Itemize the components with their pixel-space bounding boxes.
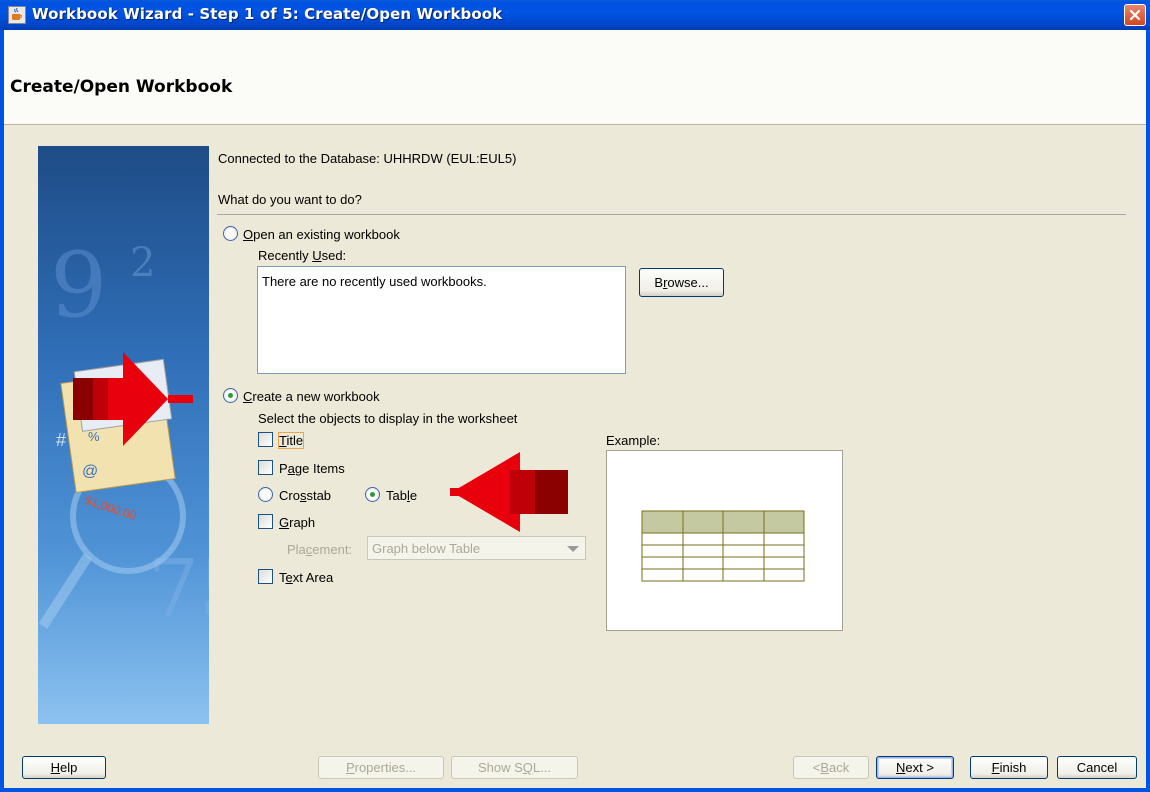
list-item: There are no recently used workbooks. [262,274,487,289]
java-cup-icon [8,6,26,24]
recently-used-label: Recently Used: [258,248,347,263]
window-title: Workbook Wizard - Step 1 of 5: Create/Op… [32,5,503,23]
placement-value: Graph below Table [372,541,481,556]
annotation-arrow-icon [450,452,570,532]
graph-label[interactable]: Graph [279,515,315,530]
graph-checkbox[interactable] [258,514,273,529]
table-radio[interactable] [365,487,380,502]
close-icon[interactable] [1124,4,1146,26]
finish-button[interactable]: Finish [970,756,1048,779]
crosstab-radio[interactable] [258,487,273,502]
connection-status: Connected to the Database: UHHRDW (EUL:E… [218,151,517,166]
table-preview-icon [641,510,805,582]
wizard-side-image: 9 2 75 # @ % $1,000.00 [38,146,209,724]
cancel-button[interactable]: Cancel [1057,756,1137,779]
window-frame-right [1146,30,1150,792]
page-items-checkbox[interactable] [258,460,273,475]
table-label[interactable]: Table [386,488,417,503]
svg-text:%: % [88,429,100,444]
svg-text:@: @ [82,463,98,480]
example-label: Example: [606,433,661,448]
svg-text:#: # [56,430,66,450]
text-area-checkbox[interactable] [258,569,273,584]
open-existing-radio[interactable] [223,226,238,241]
placement-select[interactable]: Graph below Table [367,536,586,560]
next-button[interactable]: Next > [876,756,954,779]
objects-prompt: Select the objects to display in the wor… [258,411,518,426]
crosstab-label[interactable]: Crosstab [279,488,331,503]
help-button[interactable]: Help [22,756,106,779]
show-sql-button[interactable]: Show S Q L... [451,756,578,779]
window-frame-left [0,30,4,792]
question-label: What do you want to do? [218,192,362,207]
title-bar[interactable]: Workbook Wizard - Step 1 of 5: Create/Op… [0,0,1150,30]
open-existing-label[interactable]: Open an existing workbook [243,227,400,242]
title-checkbox[interactable] [258,432,273,447]
back-button[interactable]: < Back [793,756,869,779]
example-preview [606,450,843,631]
svg-text:75: 75 [148,542,209,635]
wizard-header: Create/Open Workbook [4,30,1146,125]
title-checkbox-label[interactable]: Title [277,432,305,449]
create-new-label[interactable]: Create a new workbook [243,389,380,404]
separator [217,214,1126,215]
page-items-label[interactable]: Page Items [279,461,345,476]
svg-text:9: 9 [50,233,107,338]
placement-label: Placement: [287,542,353,557]
svg-text:2: 2 [130,240,155,286]
chevron-down-icon [567,546,579,552]
create-new-radio[interactable] [223,388,238,403]
text-area-label[interactable]: Text Area [279,570,333,585]
recently-used-list[interactable]: There are no recently used workbooks. [257,266,626,374]
browse-button[interactable]: Br owse... [639,268,724,297]
page-title: Create/Open Workbook [10,77,233,97]
window-frame-bottom [0,788,1150,792]
properties-button[interactable]: Properties... [318,756,444,779]
